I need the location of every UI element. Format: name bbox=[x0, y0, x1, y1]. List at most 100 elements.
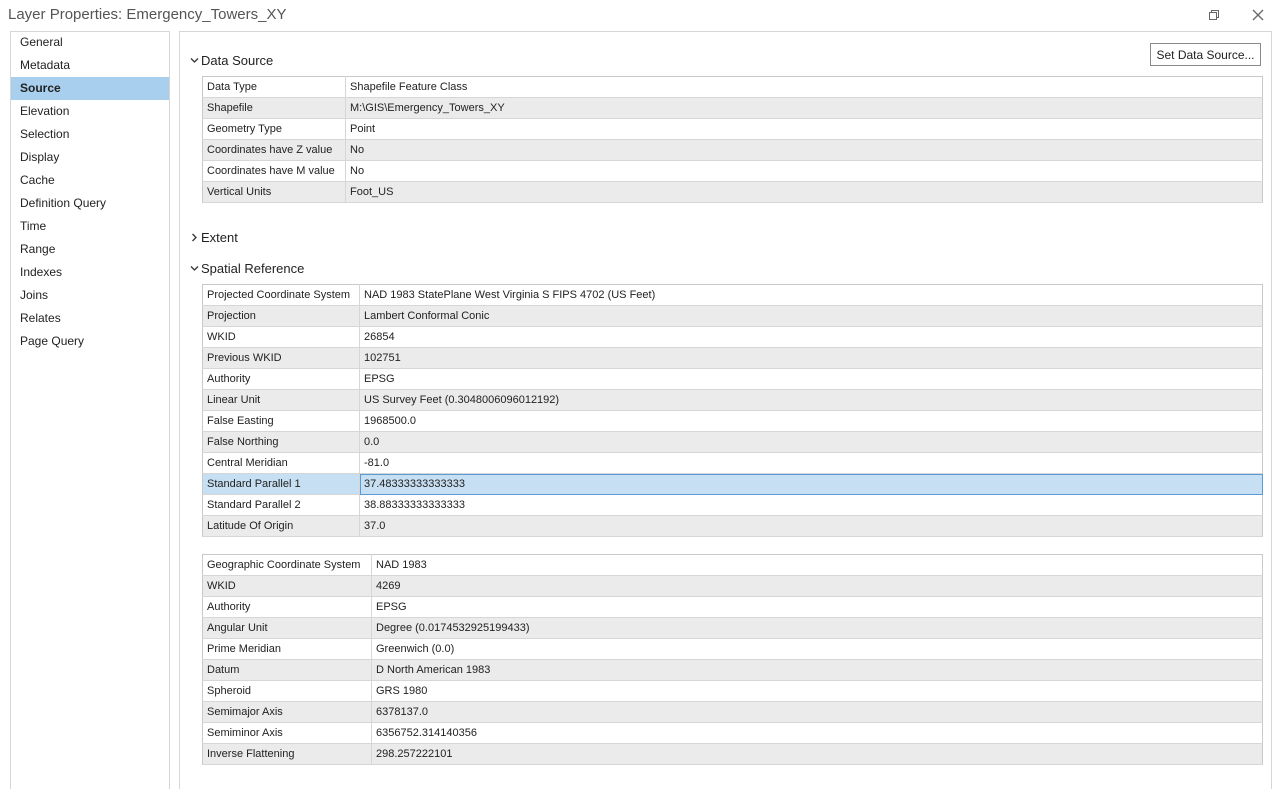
table-row[interactable]: Authority EPSG bbox=[202, 368, 1263, 390]
property-value[interactable]: Lambert Conformal Conic bbox=[359, 305, 1263, 327]
table-row[interactable]: Projection Lambert Conformal Conic bbox=[202, 305, 1263, 327]
table-row[interactable]: Spheroid GRS 1980 bbox=[202, 680, 1263, 702]
table-row[interactable]: False Northing 0.0 bbox=[202, 431, 1263, 453]
restore-icon bbox=[1208, 9, 1220, 21]
property-value[interactable]: Degree (0.0174532925199433) bbox=[371, 617, 1263, 639]
property-name: Standard Parallel 1 bbox=[202, 473, 360, 495]
table-row[interactable]: Semimajor Axis 6378137.0 bbox=[202, 701, 1263, 723]
sidebar-item-metadata[interactable]: Metadata bbox=[11, 54, 169, 77]
sidebar-item-elevation[interactable]: Elevation bbox=[11, 100, 169, 123]
nav-list: General Metadata Source Elevation Selection D… bbox=[11, 31, 169, 353]
table-row[interactable]: Inverse Flattening 298.257222101 bbox=[202, 743, 1263, 765]
sidebar-item-relates[interactable]: Relates bbox=[11, 307, 169, 330]
property-name: Projected Coordinate System bbox=[202, 284, 360, 306]
section-title: Spatial Reference bbox=[201, 260, 305, 276]
property-value[interactable]: 298.257222101 bbox=[371, 743, 1263, 765]
table-row[interactable]: Projected Coordinate System NAD 1983 Stat… bbox=[202, 284, 1263, 306]
table-row[interactable]: Coordinates have M value No bbox=[202, 160, 1263, 182]
property-value[interactable]: 1968500.0 bbox=[359, 410, 1263, 432]
property-value[interactable]: No bbox=[345, 139, 1263, 161]
restore-button[interactable] bbox=[1200, 4, 1228, 26]
sidebar-item-selection[interactable]: Selection bbox=[11, 123, 169, 146]
sidebar-item-time[interactable]: Time bbox=[11, 215, 169, 238]
set-data-source-button[interactable]: Set Data Source... bbox=[1150, 43, 1261, 66]
property-value[interactable]: No bbox=[345, 160, 1263, 182]
property-value[interactable]: 4269 bbox=[371, 575, 1263, 597]
table-row[interactable]: Semiminor Axis 6356752.314140356 bbox=[202, 722, 1263, 744]
chevron-down-icon bbox=[188, 54, 201, 67]
property-value[interactable]: -81.0 bbox=[359, 452, 1263, 474]
table-row[interactable]: Linear Unit US Survey Feet (0.30480060960… bbox=[202, 389, 1263, 411]
section-title: Data Source bbox=[201, 52, 274, 68]
property-value[interactable]: 38.88333333333333 bbox=[359, 494, 1263, 516]
table-row[interactable]: Geometry Type Point bbox=[202, 118, 1263, 140]
table-row[interactable]: Central Meridian -81.0 bbox=[202, 452, 1263, 474]
table-row[interactable]: Prime Meridian Greenwich (0.0) bbox=[202, 638, 1263, 660]
section-title: Extent bbox=[201, 229, 238, 245]
window-title: Layer Properties: Emergency_Towers_XY bbox=[8, 6, 287, 23]
sidebar-item-page-query[interactable]: Page Query bbox=[11, 330, 169, 353]
property-name: Previous WKID bbox=[202, 347, 360, 369]
property-name: Authority bbox=[202, 596, 372, 618]
property-name: Coordinates have Z value bbox=[202, 139, 346, 161]
property-value[interactable]: 102751 bbox=[359, 347, 1263, 369]
table-row[interactable]: WKID 4269 bbox=[202, 575, 1263, 597]
property-value[interactable]: 26854 bbox=[359, 326, 1263, 348]
property-value[interactable]: M:\GIS\Emergency_Towers_XY bbox=[345, 97, 1263, 119]
property-value[interactable]: EPSG bbox=[359, 368, 1263, 390]
sidebar-item-display[interactable]: Display bbox=[11, 146, 169, 169]
property-name: Coordinates have M value bbox=[202, 160, 346, 182]
property-name: Geometry Type bbox=[202, 118, 346, 140]
property-name: Latitude Of Origin bbox=[202, 515, 360, 537]
property-value[interactable]: 6378137.0 bbox=[371, 701, 1263, 723]
section-extent-header[interactable]: Extent bbox=[188, 227, 238, 247]
chevron-down-icon bbox=[188, 262, 201, 275]
data-source-table: Data Type Shapefile Feature Class Shapefil… bbox=[202, 76, 1263, 203]
close-button[interactable] bbox=[1244, 4, 1272, 26]
property-name: Datum bbox=[202, 659, 372, 681]
table-row[interactable]: Standard Parallel 2 38.88333333333333 bbox=[202, 494, 1263, 516]
property-value[interactable]: Foot_US bbox=[345, 181, 1263, 203]
table-row[interactable]: Datum D North American 1983 bbox=[202, 659, 1263, 681]
property-value[interactable]: 0.0 bbox=[359, 431, 1263, 453]
property-name: False Northing bbox=[202, 431, 360, 453]
sidebar-nav: General Metadata Source Elevation Selection D… bbox=[10, 31, 170, 789]
property-value[interactable]: 37.48333333333333 bbox=[359, 473, 1263, 495]
sidebar-item-cache[interactable]: Cache bbox=[11, 169, 169, 192]
property-value[interactable]: 37.0 bbox=[359, 515, 1263, 537]
section-data-source-header[interactable]: Data Source bbox=[188, 50, 273, 70]
table-row[interactable]: Vertical Units Foot_US bbox=[202, 181, 1263, 203]
property-value[interactable]: NAD 1983 StatePlane West Virginia S FIPS… bbox=[359, 284, 1263, 306]
table-row[interactable]: Latitude Of Origin 37.0 bbox=[202, 515, 1263, 537]
table-row[interactable]: Authority EPSG bbox=[202, 596, 1263, 618]
property-name: Authority bbox=[202, 368, 360, 390]
sidebar-item-joins[interactable]: Joins bbox=[11, 284, 169, 307]
property-value[interactable]: D North American 1983 bbox=[371, 659, 1263, 681]
property-value[interactable]: NAD 1983 bbox=[371, 554, 1263, 576]
sidebar-item-range[interactable]: Range bbox=[11, 238, 169, 261]
table-row[interactable]: Angular Unit Degree (0.0174532925199433) bbox=[202, 617, 1263, 639]
table-row[interactable]: Data Type Shapefile Feature Class bbox=[202, 76, 1263, 98]
property-value[interactable]: EPSG bbox=[371, 596, 1263, 618]
property-name: Inverse Flattening bbox=[202, 743, 372, 765]
property-value[interactable]: Shapefile Feature Class bbox=[345, 76, 1263, 98]
property-value[interactable]: GRS 1980 bbox=[371, 680, 1263, 702]
sidebar-item-indexes[interactable]: Indexes bbox=[11, 261, 169, 284]
property-name: Angular Unit bbox=[202, 617, 372, 639]
table-row[interactable]: False Easting 1968500.0 bbox=[202, 410, 1263, 432]
property-value[interactable]: Greenwich (0.0) bbox=[371, 638, 1263, 660]
table-row[interactable]: Previous WKID 102751 bbox=[202, 347, 1263, 369]
property-value[interactable]: Point bbox=[345, 118, 1263, 140]
sidebar-item-source[interactable]: Source bbox=[11, 77, 169, 100]
property-value[interactable]: US Survey Feet (0.3048006096012192) bbox=[359, 389, 1263, 411]
property-value[interactable]: 6356752.314140356 bbox=[371, 722, 1263, 744]
table-row[interactable]: WKID 26854 bbox=[202, 326, 1263, 348]
table-row[interactable]: Shapefile M:\GIS\Emergency_Towers_XY bbox=[202, 97, 1263, 119]
table-row[interactable]: Geographic Coordinate System NAD 1983 bbox=[202, 554, 1263, 576]
section-spatial-reference-header[interactable]: Spatial Reference bbox=[188, 258, 304, 278]
sidebar-item-definition-query[interactable]: Definition Query bbox=[11, 192, 169, 215]
table-row[interactable]: Standard Parallel 1 37.48333333333333 bbox=[202, 473, 1263, 495]
table-row[interactable]: Coordinates have Z value No bbox=[202, 139, 1263, 161]
geographic-coordinate-system-table: Geographic Coordinate System NAD 1983 WKID… bbox=[202, 554, 1263, 765]
sidebar-item-general[interactable]: General bbox=[11, 31, 169, 54]
